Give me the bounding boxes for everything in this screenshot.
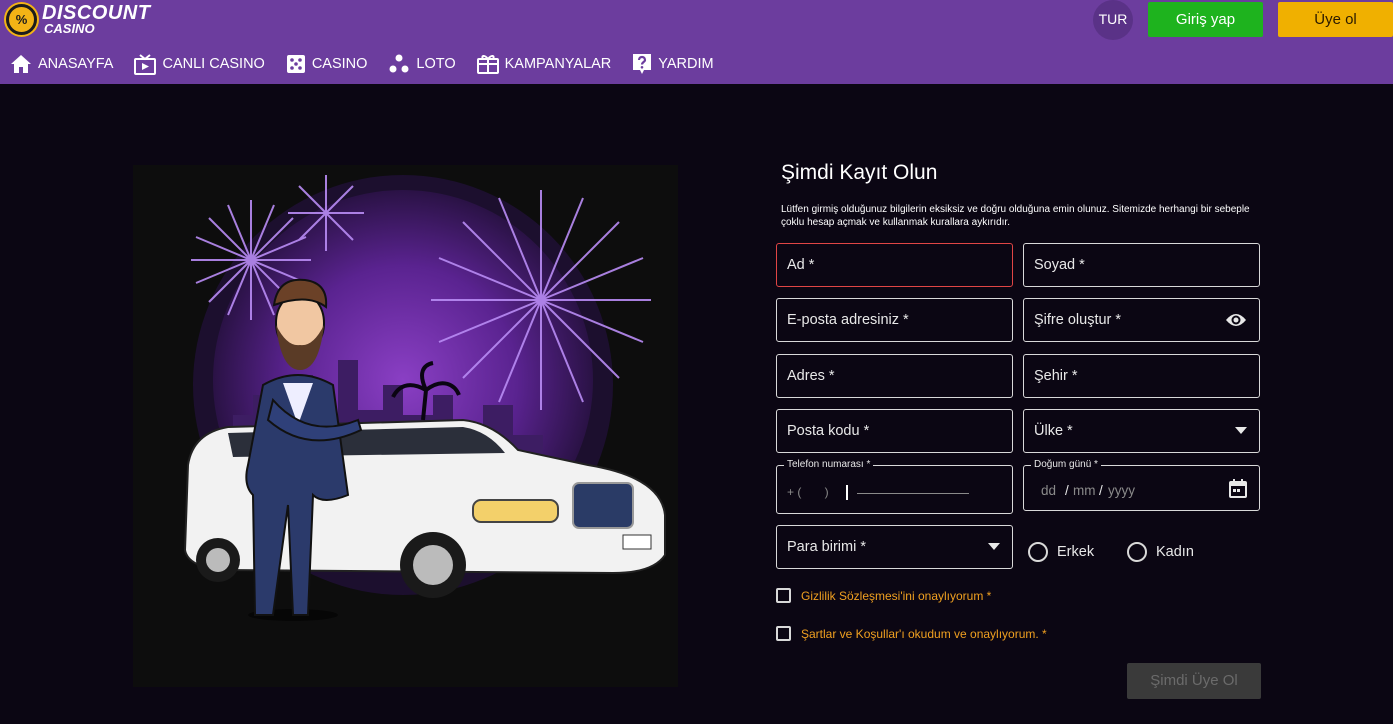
currency-placeholder: Para birimi * bbox=[787, 539, 866, 555]
nav-label: KAMPANYALAR bbox=[504, 56, 612, 72]
help-icon bbox=[633, 54, 652, 74]
city-placeholder: Şehir * bbox=[1034, 368, 1078, 384]
calendar-icon[interactable] bbox=[1229, 479, 1247, 498]
checkbox-box bbox=[776, 588, 791, 603]
limousine-fireworks-illustration bbox=[133, 165, 678, 687]
privacy-consent-checkbox[interactable]: Gizlilik Sözleşmesi'ini onaylıyorum * bbox=[776, 588, 991, 603]
birth-month: mm bbox=[1073, 483, 1096, 498]
form-note: Lütfen girmiş olduğunuz bilgilerin eksik… bbox=[781, 204, 1250, 228]
address-field[interactable]: Adres * bbox=[776, 354, 1013, 398]
nav-item-loto[interactable]: LOTO bbox=[388, 53, 456, 75]
gift-icon bbox=[476, 55, 499, 74]
discount-casino-logo[interactable]: % DISCOUNT CASINO bbox=[4, 2, 150, 36]
nav-item-casino[interactable]: CASINO bbox=[286, 54, 368, 74]
nav-label: YARDIM bbox=[658, 56, 714, 72]
nav-item-yardim[interactable]: YARDIM bbox=[632, 53, 714, 75]
date-separator: / bbox=[1099, 483, 1103, 498]
phone-mask: + ( ) bbox=[787, 485, 829, 499]
country-placeholder: Ülke * bbox=[1034, 423, 1073, 439]
logo-text-top: DISCOUNT bbox=[42, 2, 151, 24]
terms-consent-label[interactable]: Şartlar ve Koşullar'ı okudum ve onaylıyo… bbox=[801, 627, 1047, 641]
nav-label: ANASAYFA bbox=[38, 56, 114, 72]
radio-circle bbox=[1028, 542, 1048, 562]
tv-icon bbox=[134, 54, 157, 75]
postal-code-field[interactable]: Posta kodu * bbox=[776, 409, 1013, 453]
terms-consent-checkbox[interactable]: Şartlar ve Koşullar'ı okudum ve onaylıyo… bbox=[776, 626, 1047, 641]
caret-down-icon bbox=[988, 543, 1000, 550]
main-nav: ANASAYFA CANLI CASINO CASINO LOTO KAMPAN… bbox=[10, 51, 735, 77]
language-selector[interactable]: TUR bbox=[1093, 0, 1133, 40]
nav-label: CANLI CASINO bbox=[162, 56, 265, 72]
birth-date-label: Doğum günü * bbox=[1031, 459, 1101, 471]
eye-icon[interactable] bbox=[1225, 311, 1247, 329]
date-separator: / bbox=[1065, 483, 1069, 498]
gender-male-label: Erkek bbox=[1057, 544, 1095, 560]
register-button[interactable]: Üye ol bbox=[1278, 2, 1393, 37]
nav-label: CASINO bbox=[311, 56, 368, 72]
nav-item-canli-casino[interactable]: CANLI CASINO bbox=[134, 53, 265, 75]
email-field[interactable]: E-posta adresiniz * bbox=[776, 298, 1013, 342]
currency-select[interactable]: Para birimi * bbox=[776, 525, 1013, 569]
gender-female-radio[interactable]: Kadın bbox=[1127, 542, 1194, 562]
dice-icon bbox=[286, 55, 305, 73]
nav-item-anasayfa[interactable]: ANASAYFA bbox=[10, 54, 113, 74]
city-field[interactable]: Şehir * bbox=[1023, 354, 1260, 398]
email-placeholder: E-posta adresiniz * bbox=[787, 312, 909, 328]
logo-coin-icon: % bbox=[6, 4, 37, 35]
balls-icon bbox=[389, 54, 409, 73]
hero-illustration bbox=[133, 165, 678, 687]
logo-text-bottom: CASINO bbox=[44, 21, 95, 36]
address-placeholder: Adres * bbox=[787, 368, 835, 384]
gender-female-label: Kadın bbox=[1156, 544, 1194, 560]
submit-register-button[interactable]: Şimdi Üye Ol bbox=[1127, 663, 1261, 699]
first-name-field[interactable]: Ad * bbox=[776, 243, 1013, 287]
password-placeholder: Şifre oluştur * bbox=[1034, 312, 1122, 328]
home-icon bbox=[11, 55, 31, 73]
country-select[interactable]: Ülke * bbox=[1023, 409, 1260, 453]
phone-label: Telefon numarası * bbox=[784, 459, 874, 471]
nav-label: LOTO bbox=[416, 56, 456, 72]
phone-field[interactable]: Telefon numarası * + ( ) bbox=[776, 459, 1013, 514]
birth-date-field[interactable]: Doğum günü * dd / mm / yyyy bbox=[1023, 459, 1260, 511]
postal-code-placeholder: Posta kodu * bbox=[787, 423, 870, 439]
password-field[interactable]: Şifre oluştur * bbox=[1023, 298, 1260, 342]
last-name-placeholder: Soyad * bbox=[1034, 257, 1085, 273]
radio-circle bbox=[1127, 542, 1147, 562]
gender-male-radio[interactable]: Erkek bbox=[1028, 542, 1094, 562]
first-name-placeholder: Ad * bbox=[787, 257, 815, 273]
form-title: Şimdi Kayıt Olun bbox=[781, 161, 938, 184]
last-name-field[interactable]: Soyad * bbox=[1023, 243, 1260, 287]
caret-down-icon bbox=[1235, 427, 1247, 434]
login-button[interactable]: Giriş yap bbox=[1148, 2, 1263, 37]
privacy-consent-label[interactable]: Gizlilik Sözleşmesi'ini onaylıyorum * bbox=[801, 589, 991, 603]
birth-year: yyyy bbox=[1108, 483, 1135, 498]
phone-underline bbox=[857, 493, 969, 494]
text-cursor bbox=[846, 485, 848, 500]
birth-day: dd bbox=[1041, 483, 1057, 498]
nav-item-kampanyalar[interactable]: KAMPANYALAR bbox=[476, 53, 612, 75]
top-header: % DISCOUNT CASINO TUR Giriş yap Üye ol A… bbox=[0, 0, 1393, 84]
checkbox-box bbox=[776, 626, 791, 641]
